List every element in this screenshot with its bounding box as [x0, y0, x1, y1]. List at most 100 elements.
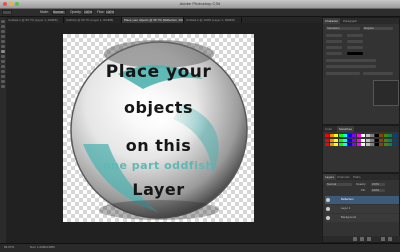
color-swatch[interactable] [388, 138, 392, 142]
tool-preset-picker[interactable] [2, 10, 12, 15]
color-swatch[interactable] [365, 143, 370, 146]
style-options-row[interactable] [326, 59, 376, 62]
color-swatch[interactable] [343, 138, 347, 142]
color-swatch[interactable] [347, 143, 352, 146]
color-swatch[interactable] [347, 134, 352, 137]
color-swatch[interactable] [343, 143, 347, 146]
color-swatch[interactable] [356, 143, 361, 146]
zoom-tool-icon[interactable] [1, 85, 5, 88]
color-swatch[interactable] [334, 138, 338, 142]
color-swatch[interactable] [370, 138, 374, 142]
gradient-tool-icon[interactable] [1, 65, 5, 68]
language-dropdown[interactable] [326, 72, 360, 75]
blend-mode-value: Normal [327, 182, 337, 186]
color-swatch[interactable] [388, 134, 392, 137]
tracking-field[interactable] [347, 40, 363, 43]
move-tool-icon[interactable] [1, 20, 5, 23]
layer-row[interactable]: Layer 1 [325, 205, 399, 213]
color-swatch[interactable] [361, 143, 365, 146]
color-swatch[interactable] [374, 138, 379, 142]
color-swatch[interactable] [374, 134, 379, 137]
brush-tool-icon[interactable] [1, 50, 5, 53]
tab-color[interactable]: Color [323, 126, 334, 132]
color-swatch[interactable] [374, 143, 379, 146]
delete-layer-icon[interactable] [388, 237, 392, 241]
color-swatch[interactable] [338, 134, 343, 137]
title-bar: Adobe Photoshop CS6 [0, 0, 400, 9]
visibility-eye-icon[interactable] [326, 198, 330, 202]
color-swatch[interactable] [352, 138, 356, 142]
baseline-shift-field[interactable] [326, 52, 342, 55]
add-mask-icon[interactable] [367, 237, 371, 241]
layer-opacity-value: 100% [372, 182, 380, 186]
color-swatch[interactable] [356, 134, 361, 137]
color-swatch[interactable] [329, 138, 334, 142]
tab-swatches[interactable]: Swatches [337, 126, 355, 132]
add-style-icon[interactable] [360, 237, 364, 241]
color-swatch[interactable] [383, 138, 388, 142]
color-swatch[interactable] [365, 138, 370, 142]
color-swatch[interactable] [329, 143, 334, 146]
font-size-field[interactable] [326, 34, 342, 37]
horizontal-scale-field[interactable] [347, 46, 363, 49]
type-tool-icon[interactable] [1, 70, 5, 73]
color-swatch[interactable] [325, 143, 329, 146]
new-layer-icon[interactable] [381, 237, 385, 241]
color-swatch[interactable] [392, 143, 397, 146]
tab-character[interactable]: Character [323, 18, 341, 24]
antialias-dropdown[interactable] [363, 72, 393, 75]
color-swatch[interactable] [334, 134, 338, 137]
text-color-swatch[interactable] [347, 52, 363, 55]
visibility-eye-icon[interactable] [326, 216, 330, 220]
color-swatch[interactable] [383, 134, 388, 137]
stamp-tool-icon[interactable] [1, 55, 5, 58]
color-swatch[interactable] [347, 138, 352, 142]
eraser-tool-icon[interactable] [1, 60, 5, 63]
color-swatch[interactable] [383, 143, 388, 146]
color-swatch[interactable] [329, 134, 334, 137]
color-swatch[interactable] [334, 143, 338, 146]
color-swatch[interactable] [352, 134, 356, 137]
leading-field[interactable] [347, 34, 363, 37]
zoom-level[interactable]: 66.67% [4, 245, 14, 250]
opentype-options-row[interactable] [326, 65, 376, 68]
color-swatch[interactable] [379, 143, 383, 146]
kerning-field[interactable] [326, 40, 342, 43]
layer-row[interactable]: Background [325, 214, 399, 222]
marquee-tool-icon[interactable] [1, 25, 5, 28]
pen-tool-icon[interactable] [1, 75, 5, 78]
tab-paragraph[interactable]: Paragraph [341, 18, 359, 24]
color-swatch[interactable] [365, 134, 370, 137]
color-swatch[interactable] [352, 143, 356, 146]
color-swatch[interactable] [325, 138, 329, 142]
link-layers-icon[interactable] [353, 237, 357, 241]
color-swatch[interactable] [325, 134, 329, 137]
color-swatch[interactable] [338, 138, 343, 142]
color-swatch[interactable] [338, 143, 343, 146]
wand-tool-icon[interactable] [1, 35, 5, 38]
color-swatch[interactable] [379, 138, 383, 142]
color-swatch[interactable] [361, 138, 365, 142]
eyedropper-tool-icon[interactable] [1, 45, 5, 48]
layer-name: Reflection [341, 197, 354, 201]
color-swatch[interactable] [392, 134, 397, 137]
layer-fill-value: 100% [372, 188, 380, 192]
tab-paths[interactable]: Paths [351, 174, 363, 180]
color-swatch[interactable] [388, 143, 392, 146]
color-swatch[interactable] [361, 134, 365, 137]
color-swatch[interactable] [370, 134, 374, 137]
color-swatch[interactable] [379, 134, 383, 137]
color-swatch[interactable] [392, 138, 397, 142]
vertical-scale-field[interactable] [326, 46, 342, 49]
layer-row[interactable]: Reflection [325, 196, 399, 204]
crop-tool-icon[interactable] [1, 40, 5, 43]
color-swatch[interactable] [370, 143, 374, 146]
hand-tool-icon[interactable] [1, 80, 5, 83]
color-swatch[interactable] [343, 134, 347, 137]
canvas-text-line2: objects [124, 98, 193, 117]
lasso-tool-icon[interactable] [1, 30, 5, 33]
layer-buttons-bar [323, 236, 400, 242]
color-swatch[interactable] [356, 138, 361, 142]
tab-channels[interactable]: Channels [335, 174, 352, 180]
visibility-eye-icon[interactable] [326, 207, 330, 211]
